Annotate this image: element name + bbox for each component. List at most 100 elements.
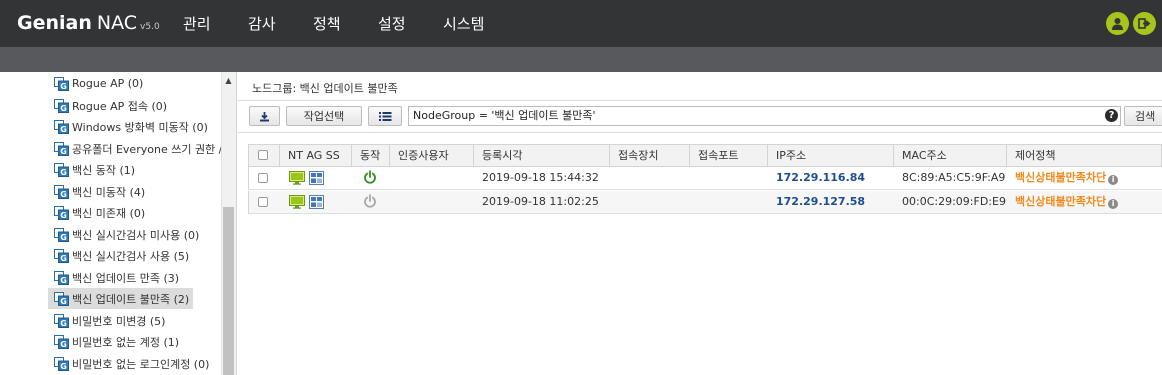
node-group-icon: G [54, 291, 69, 306]
tree-item[interactable]: G 비밀번호 없는 계정 (1) [48, 331, 183, 352]
tree-item-label: Rogue AP (0) [72, 77, 144, 90]
app-logo[interactable]: Genian NAC v5.0 [17, 12, 160, 36]
registered-cell: 2019-09-18 11:02:25 [482, 195, 599, 208]
tree-item[interactable]: G Rogue AP (0) [48, 73, 147, 94]
tree-item[interactable]: G 비밀번호 미변경 (5) [48, 310, 169, 331]
node-group-icon: G [54, 98, 69, 113]
col-power[interactable]: 동작 [352, 145, 390, 166]
toolbar-divider [238, 132, 1162, 133]
node-group-icon: G [54, 184, 69, 199]
mac-cell: 00:0C:29:09:FD:E9 [902, 195, 1006, 208]
download-icon [260, 111, 269, 121]
column-list-button[interactable] [368, 106, 402, 126]
svg-text:G: G [60, 211, 67, 220]
policy-name[interactable]: 백신상태불만족차단 [1015, 195, 1106, 208]
agent-window-icon [308, 171, 324, 185]
tree-item[interactable]: G 백신 미동작 (4) [48, 181, 149, 202]
tree-item[interactable]: G 백신 미존재 (0) [48, 202, 149, 223]
nav-item-system[interactable]: 시스템 [443, 0, 484, 47]
policy-cell[interactable]: 백신상태불만족차단 i [1015, 167, 1119, 189]
power-cell [363, 194, 377, 210]
user-icon[interactable] [1106, 12, 1129, 35]
select-all-checkbox[interactable] [258, 150, 268, 160]
col-policy[interactable]: 제어정책 [1007, 145, 1162, 166]
row-checkbox[interactable] [258, 173, 268, 183]
tree-item-label: 비밀번호 미변경 (5) [72, 314, 166, 328]
ip-cell[interactable]: 172.29.127.58 [776, 191, 865, 213]
tree-item-label: 공유폴더 Everyone 쓰기 권한 / [72, 142, 223, 156]
table-row[interactable]: 2019-09-18 11:02:25 172.29.127.58 00:0C:29… [248, 191, 1162, 214]
agent-window-icon [308, 195, 324, 209]
tree-item-label: 백신 업데이트 불만족 (2) [72, 292, 190, 306]
sub-toolbar [0, 47, 1162, 72]
node-group-icon: G [54, 162, 69, 177]
node-group-icon: G [54, 313, 69, 328]
info-icon[interactable]: i [1108, 175, 1119, 185]
download-button[interactable] [249, 106, 280, 126]
help-icon[interactable]: ? [1105, 109, 1118, 122]
logout-icon[interactable] [1133, 12, 1156, 35]
table-row[interactable]: 2019-09-18 15:44:32 172.29.116.84 8C:89:A5… [248, 167, 1162, 190]
table-header: NT AG SS 동작 인증사용자 등록시각 접속장치 접속포트 IP주소 MA… [248, 144, 1162, 167]
col-port[interactable]: 접속포트 [690, 145, 768, 166]
tree-item[interactable]: G 공유폴더 Everyone 쓰기 권한 / [48, 138, 226, 159]
tree-item[interactable]: G Windows 방화벽 미동작 (0) [48, 116, 212, 137]
select-all-cell [249, 145, 280, 166]
tree-item-label: 백신 업데이트 만족 (3) [72, 271, 180, 285]
tree-item-label: Windows 방화벽 미동작 (0) [72, 120, 208, 134]
node-group-icon: G [54, 227, 69, 242]
svg-text:G: G [60, 233, 67, 242]
info-icon[interactable]: i [1108, 199, 1119, 209]
col-nt-ag-ss[interactable]: NT AG SS [280, 145, 352, 166]
node-group-icon: G [54, 356, 69, 371]
nav-item-settings[interactable]: 설정 [378, 0, 406, 47]
svg-text:G: G [60, 340, 67, 349]
tree-item-label: 백신 실시간검사 사용 (5) [72, 249, 190, 263]
tree-item[interactable]: G 백신 실시간검사 사용 (5) [48, 245, 193, 266]
nav-item-audit[interactable]: 감사 [248, 0, 276, 47]
policy-name[interactable]: 백신상태불만족차단 [1015, 171, 1106, 184]
monitor-icon [289, 195, 305, 209]
col-registered[interactable]: 등록시각 [474, 145, 610, 166]
tree-item-label: 비밀번호 없는 로그인계정 (0) [72, 357, 210, 371]
sidebar-scroll-thumb[interactable] [223, 207, 234, 375]
list-icon [378, 111, 391, 121]
scroll-up-arrow-icon[interactable]: ▲ [224, 77, 233, 85]
page-title: 노드그룹: 백신 업데이트 불만족 [252, 82, 398, 95]
svg-text:G: G [60, 104, 67, 113]
search-button[interactable]: 검색 [1124, 106, 1162, 126]
tree-item[interactable]: G Rogue AP 접속 (0) [48, 95, 171, 116]
action-select-button[interactable]: 작업선택 [286, 106, 362, 126]
tree-item-label: Rogue AP 접속 (0) [72, 99, 168, 113]
monitor-icon [289, 171, 305, 185]
tree-item[interactable]: G 백신 동작 (1) [48, 159, 139, 180]
ip-cell[interactable]: 172.29.116.84 [776, 167, 865, 189]
svg-text:G: G [60, 190, 67, 199]
svg-text:G: G [60, 297, 67, 306]
tree-item[interactable]: G 비밀번호 없는 로그인계정 (0) [48, 353, 213, 374]
title-divider [238, 100, 1162, 101]
nav-item-manage[interactable]: 관리 [183, 0, 211, 47]
tree-item-label: 백신 동작 (1) [72, 163, 136, 177]
main-panel: 노드그룹: 백신 업데이트 불만족 작업선택 NodeGroup = '백신 업… [238, 72, 1162, 375]
svg-text:G: G [60, 147, 67, 156]
col-auth-user[interactable]: 인증사용자 [390, 145, 474, 166]
col-device[interactable]: 접속장치 [610, 145, 690, 166]
tree-item[interactable]: G 백신 업데이트 만족 (3) [48, 267, 183, 288]
filter-input[interactable]: NodeGroup = '백신 업데이트 불만족' [408, 106, 1121, 126]
tree-item[interactable]: G 백신 업데이트 불만족 (2) [48, 288, 194, 309]
tree-item[interactable]: G 백신 실시간검사 미사용 (0) [48, 224, 203, 245]
col-mac[interactable]: MAC주소 [894, 145, 1007, 166]
col-ip[interactable]: IP주소 [768, 145, 894, 166]
policy-cell[interactable]: 백신상태불만족차단 i [1015, 191, 1119, 213]
svg-text:G: G [60, 254, 67, 263]
registered-cell: 2019-09-18 15:44:32 [482, 171, 599, 184]
nav-item-policy[interactable]: 정책 [313, 0, 341, 47]
tree-item-label: 백신 미동작 (4) [72, 185, 146, 199]
row-checkbox[interactable] [258, 197, 268, 207]
nt-ag-ss-cell [289, 195, 324, 211]
svg-text:G: G [60, 276, 67, 285]
power-cell [363, 170, 377, 186]
nt-ag-ss-cell [289, 171, 324, 187]
mac-cell: 8C:89:A5:C5:9F:A9 [902, 171, 1006, 184]
